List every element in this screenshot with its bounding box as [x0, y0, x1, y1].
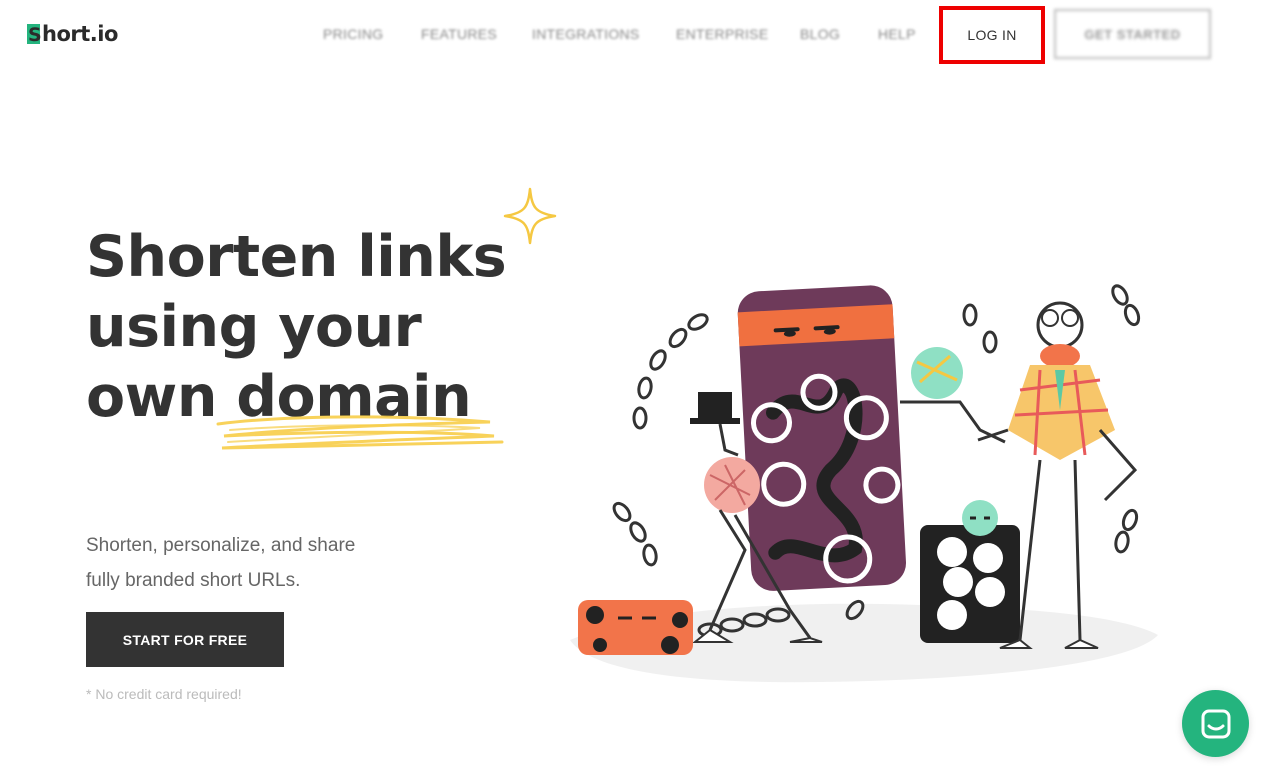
start-for-free-button[interactable]: START FOR FREE [86, 612, 284, 667]
nav-features[interactable]: FEATURES [421, 26, 497, 42]
underline-scribble [216, 415, 504, 450]
nav-pricing[interactable]: PRICING [323, 26, 383, 42]
headline-line-1: Shorten links [86, 224, 507, 290]
chat-launcher[interactable] [1182, 690, 1249, 757]
nav-integrations[interactable]: INTEGRATIONS [532, 26, 640, 42]
logo-text: hort.io [42, 22, 118, 46]
sparkle-icon [503, 187, 557, 245]
hero-headline: Shorten links using your own domain [86, 222, 507, 432]
hero-illustration [570, 284, 1158, 683]
nav-blog[interactable]: BLOG [800, 26, 840, 42]
get-started-label: GET STARTED [1084, 26, 1181, 42]
subtext-line-1: Shorten, personalize, and share [86, 535, 356, 556]
headline-line-2: using your [86, 294, 422, 360]
no-credit-card-note: * No credit card required! [86, 686, 242, 702]
get-started-button[interactable]: GET STARTED [1054, 9, 1211, 59]
logo[interactable]: S hort.io [27, 22, 118, 46]
subtext-line-2: fully branded short URLs. [86, 570, 301, 591]
nav-help[interactable]: HELP [878, 26, 916, 42]
svg-text:S: S [28, 24, 41, 45]
hero-subtext: Shorten, personalize, and share fully br… [86, 528, 426, 598]
nav-enterprise[interactable]: ENTERPRISE [676, 26, 768, 42]
logo-s-icon: S [27, 23, 42, 45]
site-header: S hort.io PRICING FEATURES INTEGRATIONS … [0, 0, 1265, 70]
chat-icon [1201, 709, 1230, 738]
login-button[interactable]: LOG IN [939, 6, 1045, 64]
login-label: LOG IN [967, 27, 1017, 43]
